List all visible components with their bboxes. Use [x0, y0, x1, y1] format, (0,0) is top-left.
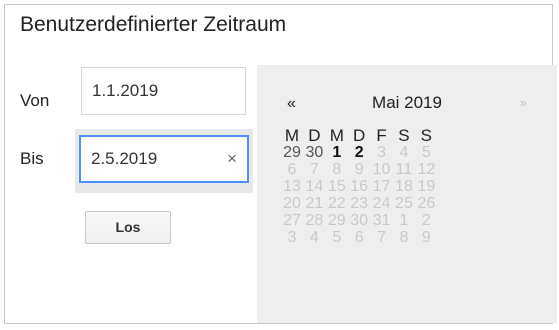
calendar-day: 6 — [287, 161, 297, 178]
calendar-week-row: 6 7 8 9 10 11 12 — [281, 161, 438, 178]
calendar-day: 4 — [309, 229, 319, 246]
calendar-day[interactable]: 29 — [281, 144, 303, 161]
calendar-day: 15 — [327, 178, 346, 195]
calendar-week-row: 29 30 1 2 3 4 5 — [281, 144, 438, 161]
weekday-label: S — [420, 126, 433, 145]
calendar-day: 10 — [372, 161, 391, 178]
custom-date-range-dialog: Benutzerdefinierter Zeitraum Von 1.1.201… — [4, 4, 557, 324]
calendar-day[interactable]: 2 — [348, 144, 370, 161]
calendar-week-row: 13 14 15 16 17 18 19 — [281, 178, 438, 195]
calendar-day: 9 — [354, 161, 364, 178]
from-label: Von — [20, 91, 50, 110]
calendar-day: 25 — [395, 195, 413, 212]
calendar-day[interactable]: 30 — [303, 144, 325, 161]
calendar-day: 7 — [309, 161, 319, 178]
calendar-day: 7 — [377, 229, 387, 246]
weekday-label: S — [398, 126, 410, 145]
calendar-day: 14 — [305, 178, 324, 195]
calendar-day: 4 — [399, 144, 409, 161]
calendar-week-row: 20 21 22 23 24 25 26 — [281, 195, 438, 212]
calendar-day: 8 — [332, 161, 342, 178]
calendar-day: 6 — [354, 229, 364, 246]
calendar-day: 24 — [372, 195, 391, 212]
previous-month-button[interactable]: « — [287, 95, 296, 113]
calendar-day: 2 — [421, 212, 431, 229]
calendar-day: 23 — [350, 195, 369, 212]
calendar-month-title: Mai 2019 — [372, 93, 442, 112]
calendar-header: Mai 2019 « » — [257, 93, 557, 117]
calendar-day: 19 — [417, 178, 436, 195]
clear-icon[interactable]: × — [227, 137, 237, 181]
calendar-day: 3 — [287, 229, 297, 246]
calendar-day: 13 — [283, 178, 301, 195]
calendar-day: 16 — [350, 178, 369, 195]
date-picker-calendar: Mai 2019 « » M D M D F S S 29 30 1 2 3 4 5 6 7 8 9 10 11 12 1… — [257, 65, 557, 323]
weekday-label: D — [308, 126, 321, 145]
weekday-header-row: MDMDFSS — [281, 127, 438, 144]
calendar-week-row: 3456789 — [281, 229, 438, 246]
from-date-input[interactable]: 1.1.2019 — [81, 67, 246, 115]
calendar-day: 3 — [377, 144, 387, 161]
calendar-day: 5 — [332, 229, 342, 246]
to-date-input[interactable]: 2.5.2019 × — [79, 135, 249, 183]
calendar-day: 9 — [421, 229, 431, 246]
weekday-label: M — [284, 126, 300, 145]
calendar-day: 30 — [350, 212, 369, 229]
weekday-label: F — [376, 126, 387, 145]
calendar-day: 18 — [395, 178, 413, 195]
calendar-day: 29 — [327, 212, 346, 229]
calendar-day: 28 — [305, 212, 324, 229]
calendar-week-row: 27 28 29 30 31 1 2 — [281, 212, 438, 229]
calendar-day: 27 — [283, 212, 301, 229]
calendar-day: 22 — [327, 195, 346, 212]
calendar-day: 12 — [417, 161, 436, 178]
calendar-day: 26 — [417, 195, 436, 212]
calendar-day: 8 — [399, 229, 409, 246]
dialog-title: Benutzerdefinierter Zeitraum — [20, 13, 287, 36]
calendar-day: 17 — [372, 178, 391, 195]
calendar-grid: M D M D F S S 29 30 1 2 3 4 5 6 7 8 9 10 11 12 13 14 15 16 17 18 19… — [281, 127, 438, 246]
to-date-value: 2.5.2019 — [91, 149, 158, 168]
go-button[interactable]: Los — [85, 211, 171, 244]
calendar-day: 21 — [305, 195, 324, 212]
calendar-day: 31 — [372, 212, 391, 229]
calendar-day: 1 — [399, 212, 409, 229]
calendar-day: 20 — [283, 195, 301, 212]
calendar-day: 5 — [421, 144, 431, 161]
weekday-label: D — [353, 126, 366, 145]
to-label: Bis — [20, 149, 44, 168]
weekday-label: M — [329, 126, 344, 145]
next-month-button[interactable]: » — [520, 95, 527, 110]
calendar-day: 11 — [395, 161, 413, 178]
calendar-day[interactable]: 1 — [326, 144, 348, 161]
